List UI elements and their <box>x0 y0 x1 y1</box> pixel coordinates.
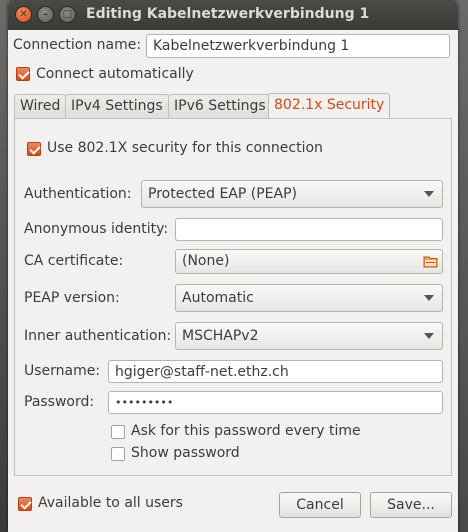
username-input[interactable]: hgiger@staff-net.ethz.ch <box>108 360 443 383</box>
tab-label: Wired <box>20 98 61 114</box>
peap-version-select[interactable]: Automatic <box>175 284 443 312</box>
window-title: Editing Kabelnetzwerkverbindung 1 <box>86 6 370 22</box>
password-input[interactable]: ••••••••• <box>108 391 443 414</box>
available-to-all-checkbox[interactable] <box>18 497 32 511</box>
security-panel: Use 802.1X security for this connection … <box>14 118 452 476</box>
connection-name-input[interactable]: Kabelnetzwerkverbindung 1 <box>146 34 450 58</box>
tab-label: IPv6 Settings <box>174 98 266 114</box>
ca-certificate-value: (None) <box>182 253 230 269</box>
inner-authentication-value: MSCHAPv2 <box>182 328 259 344</box>
peap-version-label: PEAP version: <box>24 290 120 306</box>
connect-automatically-label: Connect automatically <box>36 66 194 82</box>
ask-password-checkbox[interactable] <box>111 425 125 439</box>
folder-icon <box>423 256 438 268</box>
ask-password-label: Ask for this password every time <box>131 423 361 439</box>
chevron-down-icon <box>424 295 434 301</box>
authentication-label: Authentication: <box>24 186 132 202</box>
chevron-down-icon <box>424 333 434 339</box>
ca-certificate-chooser[interactable]: (None) <box>175 249 443 274</box>
inner-authentication-select[interactable]: MSCHAPv2 <box>175 322 443 350</box>
dialog-window: ✕ – □ Editing Kabelnetzwerkverbindung 1 … <box>8 0 458 532</box>
anonymous-identity-input[interactable] <box>175 218 443 241</box>
inner-authentication-label: Inner authentication: <box>24 328 172 344</box>
close-button[interactable]: ✕ <box>16 7 31 22</box>
anonymous-identity-label: Anonymous identity: <box>24 221 169 237</box>
ca-certificate-label: CA certificate: <box>24 253 124 269</box>
username-label: Username: <box>24 363 101 379</box>
authentication-value: Protected EAP (PEAP) <box>148 186 297 202</box>
maximize-icon: □ <box>62 9 73 20</box>
show-password-label: Show password <box>131 445 240 461</box>
minimize-button[interactable]: – <box>38 7 53 22</box>
tab-label: 802.1x Security <box>274 97 385 113</box>
save-button[interactable]: Save... <box>370 492 452 518</box>
tab-8021x-security[interactable]: 802.1x Security <box>268 93 391 119</box>
peap-version-value: Automatic <box>182 290 254 306</box>
connect-automatically-checkbox[interactable] <box>16 67 30 81</box>
connection-name-label: Connection name: <box>13 37 142 53</box>
tab-label: IPv4 Settings <box>71 98 163 114</box>
tab-wired[interactable]: Wired <box>14 94 67 118</box>
tab-ipv4-settings[interactable]: IPv4 Settings <box>65 94 169 118</box>
minimize-icon: – <box>43 9 48 20</box>
use-8021x-checkbox[interactable] <box>27 142 41 156</box>
cancel-button[interactable]: Cancel <box>279 492 361 518</box>
tab-ipv6-settings[interactable]: IPv6 Settings <box>168 94 272 118</box>
maximize-button[interactable]: □ <box>60 7 75 22</box>
show-password-checkbox[interactable] <box>111 447 125 461</box>
title-bar[interactable]: ✕ – □ Editing Kabelnetzwerkverbindung 1 <box>8 0 458 30</box>
close-icon: ✕ <box>19 9 28 20</box>
available-to-all-label: Available to all users <box>38 495 183 511</box>
authentication-select[interactable]: Protected EAP (PEAP) <box>141 180 443 208</box>
use-8021x-label: Use 802.1X security for this connection <box>47 140 323 156</box>
chevron-down-icon <box>424 191 434 197</box>
password-label: Password: <box>24 394 95 410</box>
